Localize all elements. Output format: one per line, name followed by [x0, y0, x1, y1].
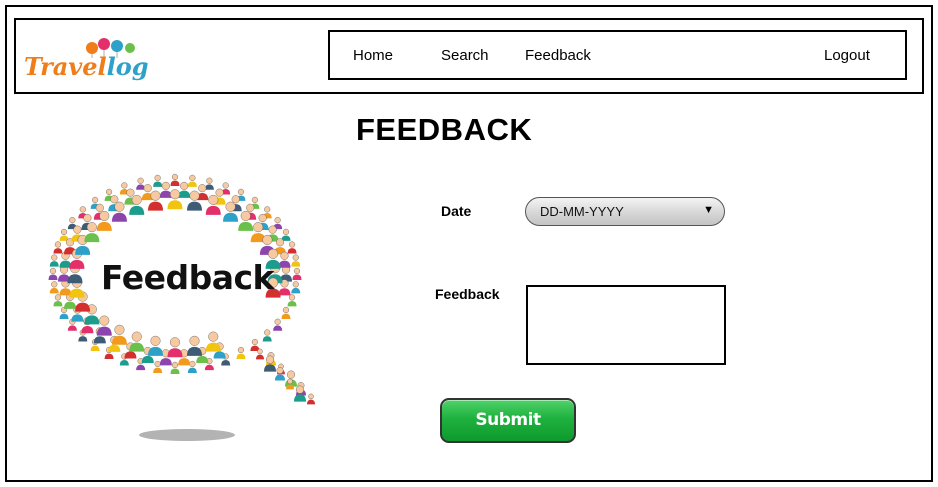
nav-feedback[interactable]: Feedback — [525, 47, 591, 64]
nav-home[interactable]: Home — [353, 47, 393, 64]
date-label: Date — [441, 203, 472, 219]
page-title: FEEDBACK — [356, 112, 533, 147]
logo-wordmark: Travellog — [24, 52, 149, 81]
logo-text-log: log — [106, 52, 149, 81]
nav-search[interactable]: Search — [441, 47, 489, 64]
feedback-label: Feedback — [435, 286, 500, 302]
date-dropdown-value: DD-MM-YYYY — [540, 204, 624, 219]
nav-logout[interactable]: Logout — [824, 47, 870, 64]
people-speech-bubble-icon — [48, 173, 315, 441]
feedback-textarea[interactable] — [526, 285, 726, 365]
submit-button[interactable]: Submit — [440, 398, 576, 443]
logo-text-travel: Travel — [24, 52, 107, 81]
illustration-label: Feedback — [101, 258, 275, 297]
travellog-logo[interactable]: Travellog — [24, 36, 149, 84]
nav-bar: Home Search Feedback Logout — [328, 30, 907, 80]
date-dropdown[interactable]: DD-MM-YYYY ▼ — [525, 197, 725, 226]
dropdown-arrow-icon: ▼ — [703, 204, 714, 216]
